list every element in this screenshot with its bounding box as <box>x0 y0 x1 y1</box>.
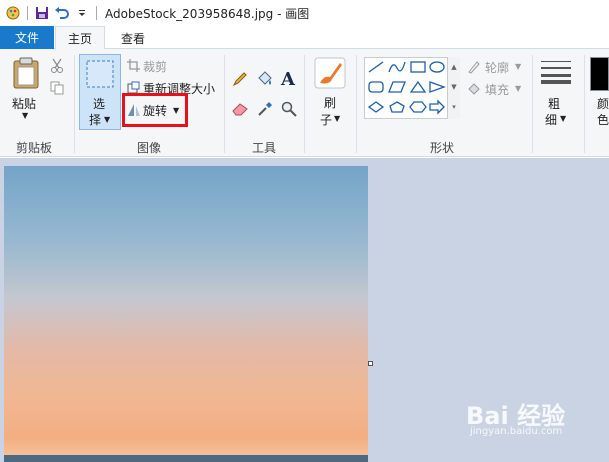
clipboard-group-label: 剪贴板 <box>16 141 53 155</box>
save-icon[interactable] <box>32 3 52 23</box>
tab-view[interactable]: 查看 <box>110 26 156 50</box>
divider <box>96 6 97 20</box>
shapes-group-label: 形状 <box>430 141 455 155</box>
select-dropdown-arrow: ▼ <box>104 115 111 124</box>
copy-icon[interactable] <box>50 81 64 98</box>
canvas-image-sea <box>4 455 368 462</box>
cut-icon[interactable] <box>50 58 64 77</box>
fill-button[interactable]: 填充 <box>485 81 509 98</box>
size-label-line2[interactable]: 细 <box>545 111 557 128</box>
paste-icon[interactable] <box>12 57 40 92</box>
resize-handle-right[interactable] <box>368 361 373 366</box>
watermark-url: jingyan.baidu.com <box>470 426 563 437</box>
line-size-icon[interactable] <box>540 59 572 88</box>
ribbon-tab-bar: 文件 主页 查看 <box>0 26 609 50</box>
crop-icon <box>127 59 140 75</box>
color-label-line2: 色 <box>597 113 609 127</box>
select-label-line2: 择 <box>89 113 102 127</box>
group-divider <box>224 55 225 153</box>
brushes-dropdown-arrow[interactable]: ▼ <box>334 114 340 123</box>
shapes-scroll[interactable]: ▲ ▼ ▾ <box>447 57 460 119</box>
tab-file[interactable]: 文件 <box>0 26 54 49</box>
select-label-line1: 选 <box>93 97 106 111</box>
eraser-icon[interactable] <box>232 102 248 119</box>
image-group-label: 图像 <box>137 141 162 155</box>
paste-button[interactable]: 粘贴 <box>12 95 36 112</box>
pencil-icon[interactable] <box>232 71 248 90</box>
tab-home[interactable]: 主页 <box>55 26 105 50</box>
color-picker-icon[interactable] <box>257 101 273 120</box>
shapes-gallery[interactable] <box>364 57 460 119</box>
baidu-watermark: Bai 经验 jingyan.baidu.com <box>466 396 606 440</box>
fill-dropdown-arrow[interactable]: ▼ <box>515 84 521 93</box>
customize-dropdown-icon[interactable] <box>72 3 92 23</box>
quick-access-toolbar <box>0 0 101 26</box>
outline-button[interactable]: 轮廓 <box>485 59 509 76</box>
color-label-line1: 颜 <box>597 97 609 111</box>
group-divider <box>532 55 533 153</box>
fill-bucket-icon[interactable] <box>256 70 274 91</box>
color-1-swatch[interactable] <box>590 57 609 91</box>
crop-button[interactable]: 裁剪 <box>143 58 167 75</box>
text-tool-icon[interactable]: A <box>281 69 295 90</box>
ribbon: 粘贴 ▼ 剪贴板 选 择 ▼ 裁剪 重新调整大小 旋转 ▼ 图像 A 工具 刷 … <box>0 49 609 157</box>
paint-app-icon[interactable] <box>3 3 23 23</box>
divider <box>27 6 28 20</box>
group-divider <box>356 55 357 153</box>
paste-dropdown-arrow[interactable]: ▼ <box>22 111 28 120</box>
undo-icon[interactable] <box>52 3 72 23</box>
canvas-image[interactable] <box>4 166 368 462</box>
brush-icon[interactable] <box>314 57 346 92</box>
outline-dropdown-arrow[interactable]: ▼ <box>515 62 521 71</box>
fill-icon <box>467 82 481 99</box>
rotate-highlight-box <box>122 93 188 127</box>
title-bar: AdobeStock_203958648.jpg - 画图 <box>0 0 609 26</box>
select-button[interactable]: 选 择 ▼ <box>79 54 121 130</box>
outline-icon <box>467 60 481 77</box>
group-divider <box>304 55 305 153</box>
group-divider <box>74 55 75 153</box>
size-dropdown-arrow[interactable]: ▼ <box>560 114 566 123</box>
group-divider <box>584 55 585 153</box>
tools-group-label: 工具 <box>252 141 277 155</box>
window-title: AdobeStock_203958648.jpg - 画图 <box>105 6 310 21</box>
magnifier-icon[interactable] <box>281 101 297 120</box>
brushes-label-line1[interactable]: 刷 <box>324 94 336 111</box>
size-label-line1[interactable]: 粗 <box>548 95 560 112</box>
select-icon <box>86 60 114 88</box>
brushes-label-line2[interactable]: 子 <box>320 111 332 128</box>
